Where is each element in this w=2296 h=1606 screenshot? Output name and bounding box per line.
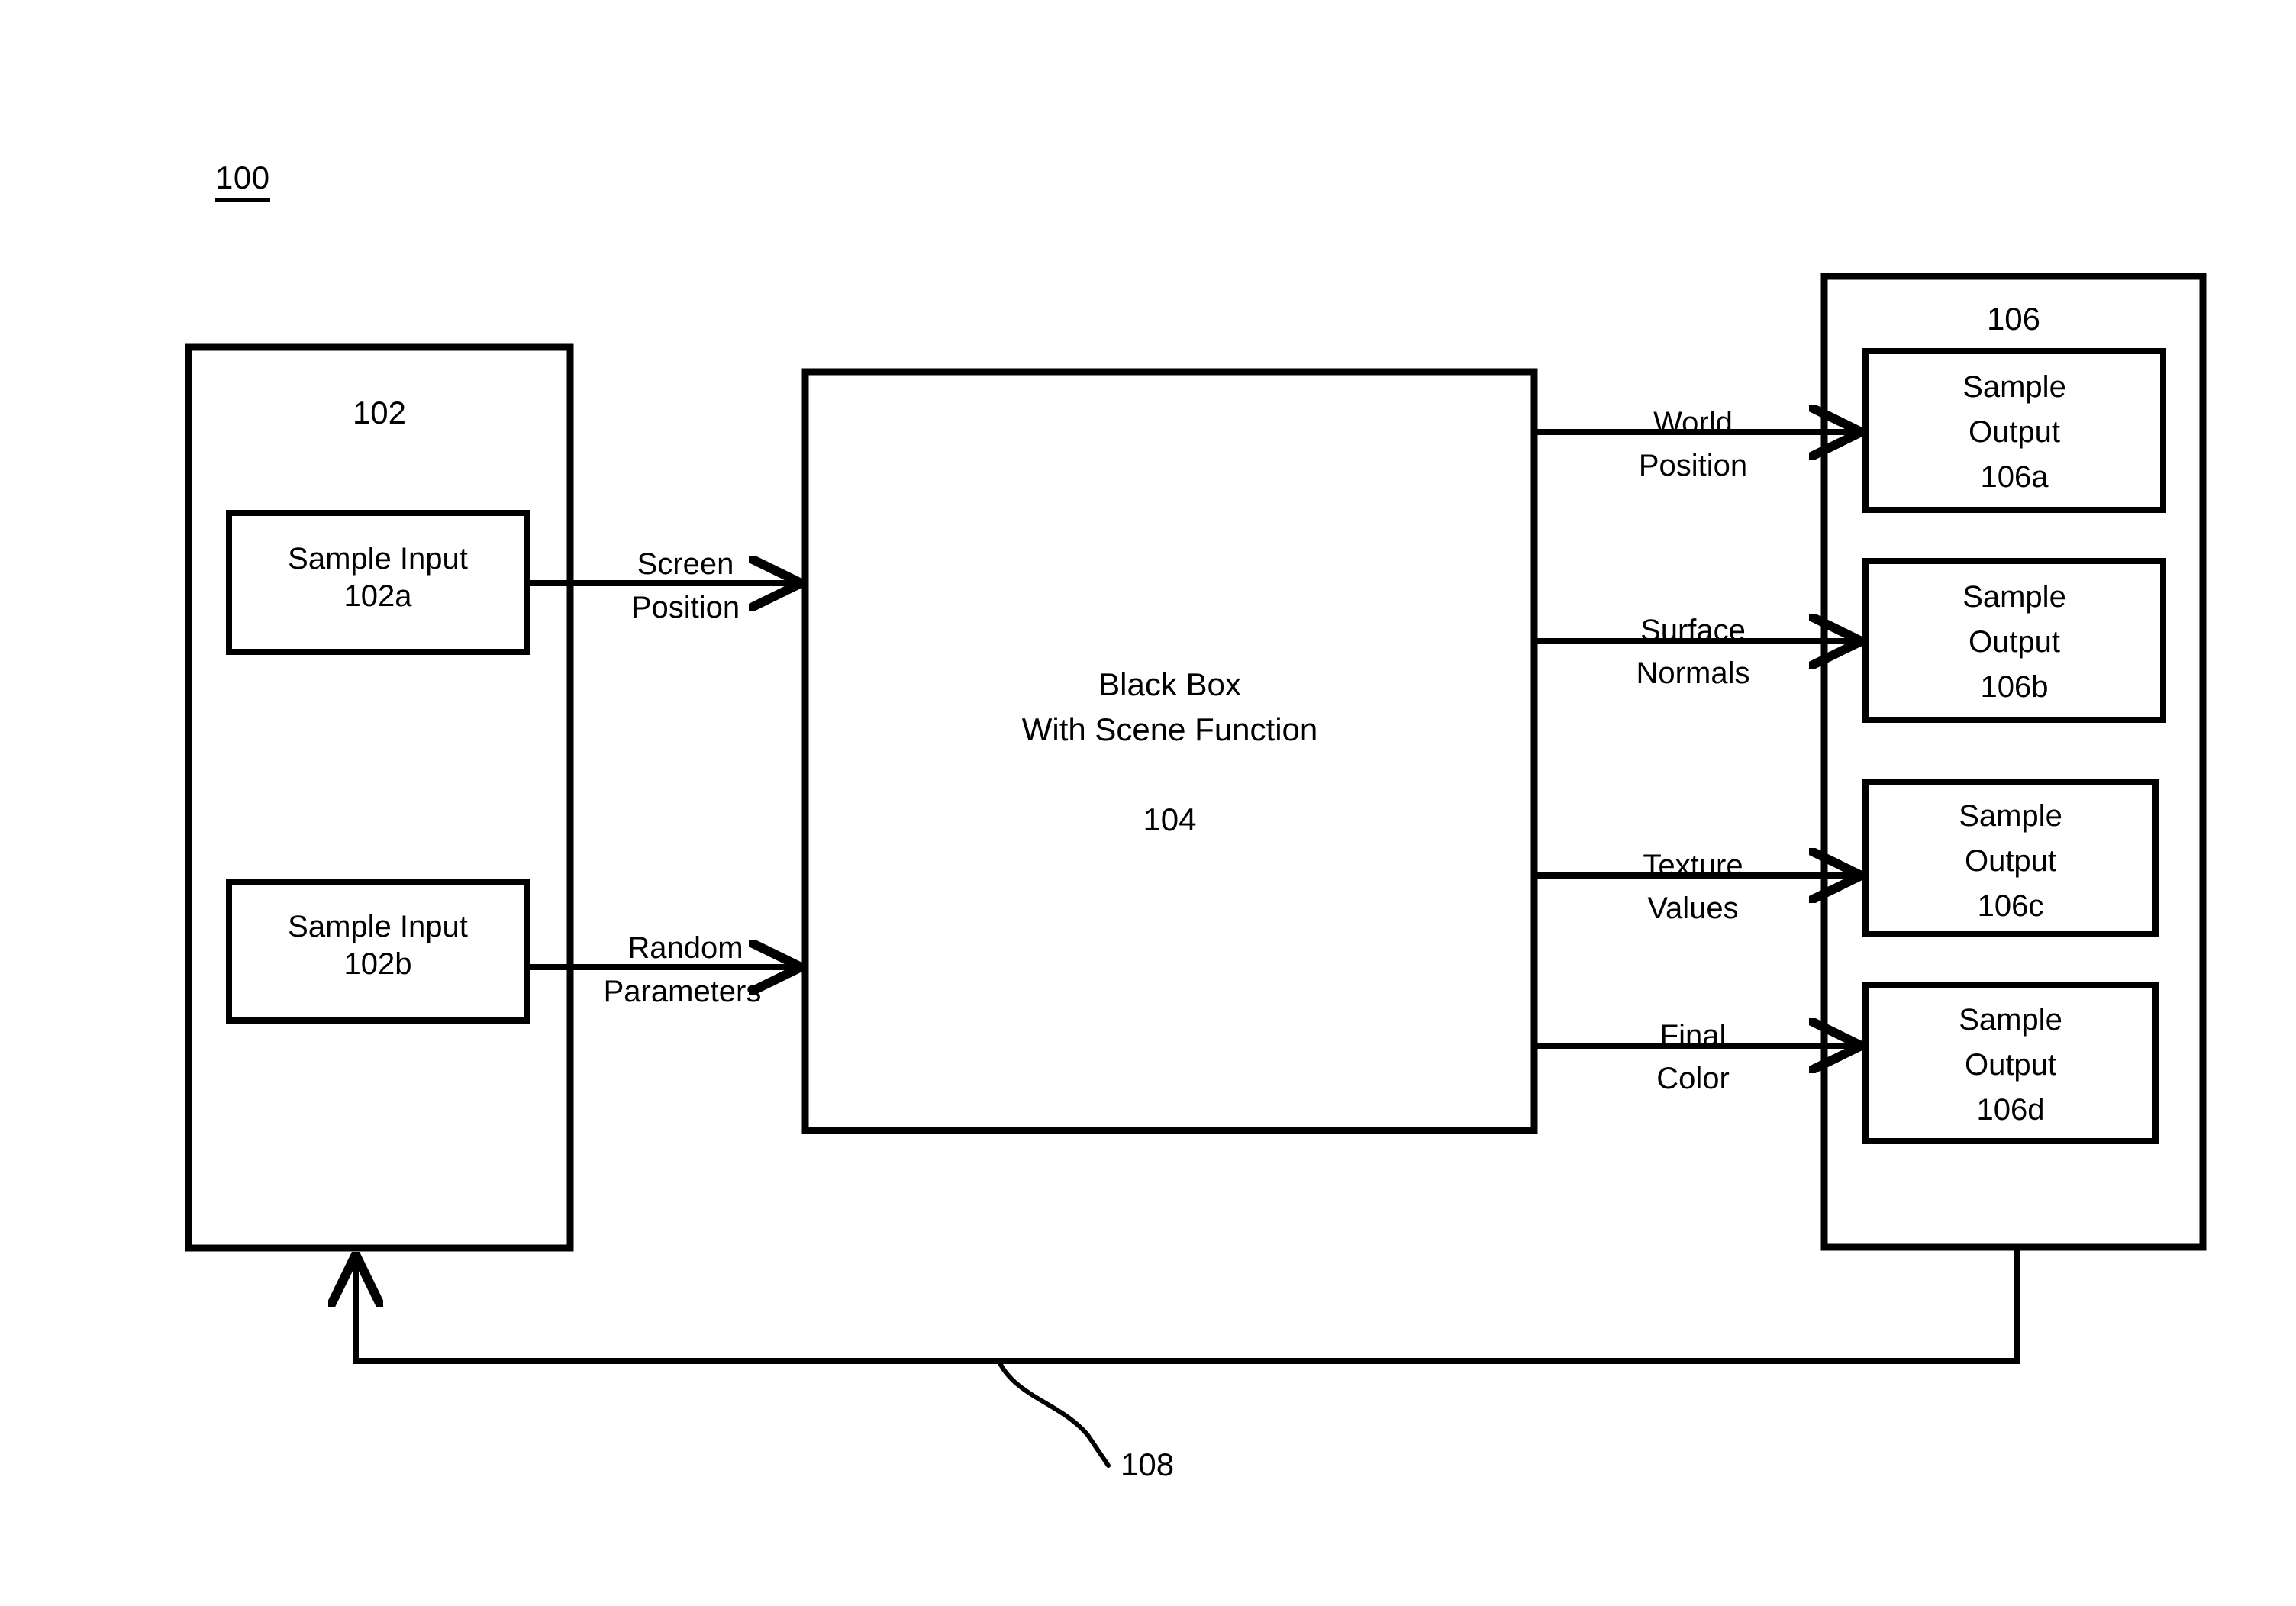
- sample-input-102b-ref: 102b: [343, 947, 412, 981]
- leader-line-108: [996, 1358, 1111, 1468]
- sample-output-106d-ref: 106d: [1976, 1093, 2045, 1127]
- edge-label-final-color-line2: Color: [1656, 1062, 1730, 1095]
- figure-canvas: 100 102 Sample Input 102a Sample Input 1…: [0, 0, 2296, 1606]
- sample-output-106c-title-line1: Sample: [1959, 799, 2062, 833]
- edge-label-random-parameters-line2: Parameters: [603, 975, 762, 1008]
- edge-label-world-position-line2: Position: [1638, 449, 1748, 482]
- sample-input-102b-title: Sample Input: [288, 910, 468, 943]
- sample-output-106b-title-line1: Sample: [1962, 580, 2066, 614]
- sample-output-106a-title-line1: Sample: [1962, 370, 2066, 404]
- edge-label-texture-values-line1: Texture: [1643, 849, 1743, 882]
- connector-feedback-108: [356, 1250, 2020, 1364]
- feedback-ref-label: 108: [1121, 1446, 1175, 1482]
- black-box-title-line2: With Scene Function: [1021, 711, 1318, 747]
- edge-label-world-position-line1: World: [1653, 406, 1733, 440]
- edge-label-screen-position-line2: Position: [630, 591, 740, 624]
- sample-output-106d-title-line2: Output: [1964, 1048, 2057, 1082]
- edge-label-final-color-line1: Final: [1659, 1019, 1727, 1053]
- sample-output-106a-title-line2: Output: [1968, 415, 2061, 449]
- sample-input-102a-title: Sample Input: [288, 542, 468, 576]
- edge-label-surface-normals-line1: Surface: [1640, 614, 1746, 647]
- black-box-ref-label: 104: [1143, 801, 1197, 837]
- sample-output-106b-title-line2: Output: [1968, 625, 2061, 659]
- input-group-ref-label: 102: [352, 395, 407, 431]
- sample-input-102a-ref: 102a: [343, 579, 412, 613]
- black-box-104: [801, 368, 1538, 1134]
- sample-output-106c-ref: 106c: [1977, 889, 2044, 923]
- sample-output-106c-title-line2: Output: [1964, 844, 2057, 878]
- figure-number: 100: [215, 162, 270, 202]
- sample-output-106b-ref: 106b: [1980, 670, 2049, 704]
- edge-label-random-parameters-line1: Random: [627, 931, 743, 965]
- sample-output-106a-ref: 106a: [1980, 460, 2049, 494]
- edge-label-surface-normals-line2: Normals: [1636, 656, 1750, 690]
- edge-label-screen-position-line1: Screen: [637, 547, 734, 581]
- black-box-title-line1: Black Box: [1098, 666, 1241, 702]
- edge-label-texture-values-line2: Values: [1647, 892, 1739, 925]
- output-group-ref-label: 106: [1986, 301, 2041, 337]
- sample-output-106d-title-line1: Sample: [1959, 1003, 2062, 1037]
- input-group-container: [185, 343, 574, 1252]
